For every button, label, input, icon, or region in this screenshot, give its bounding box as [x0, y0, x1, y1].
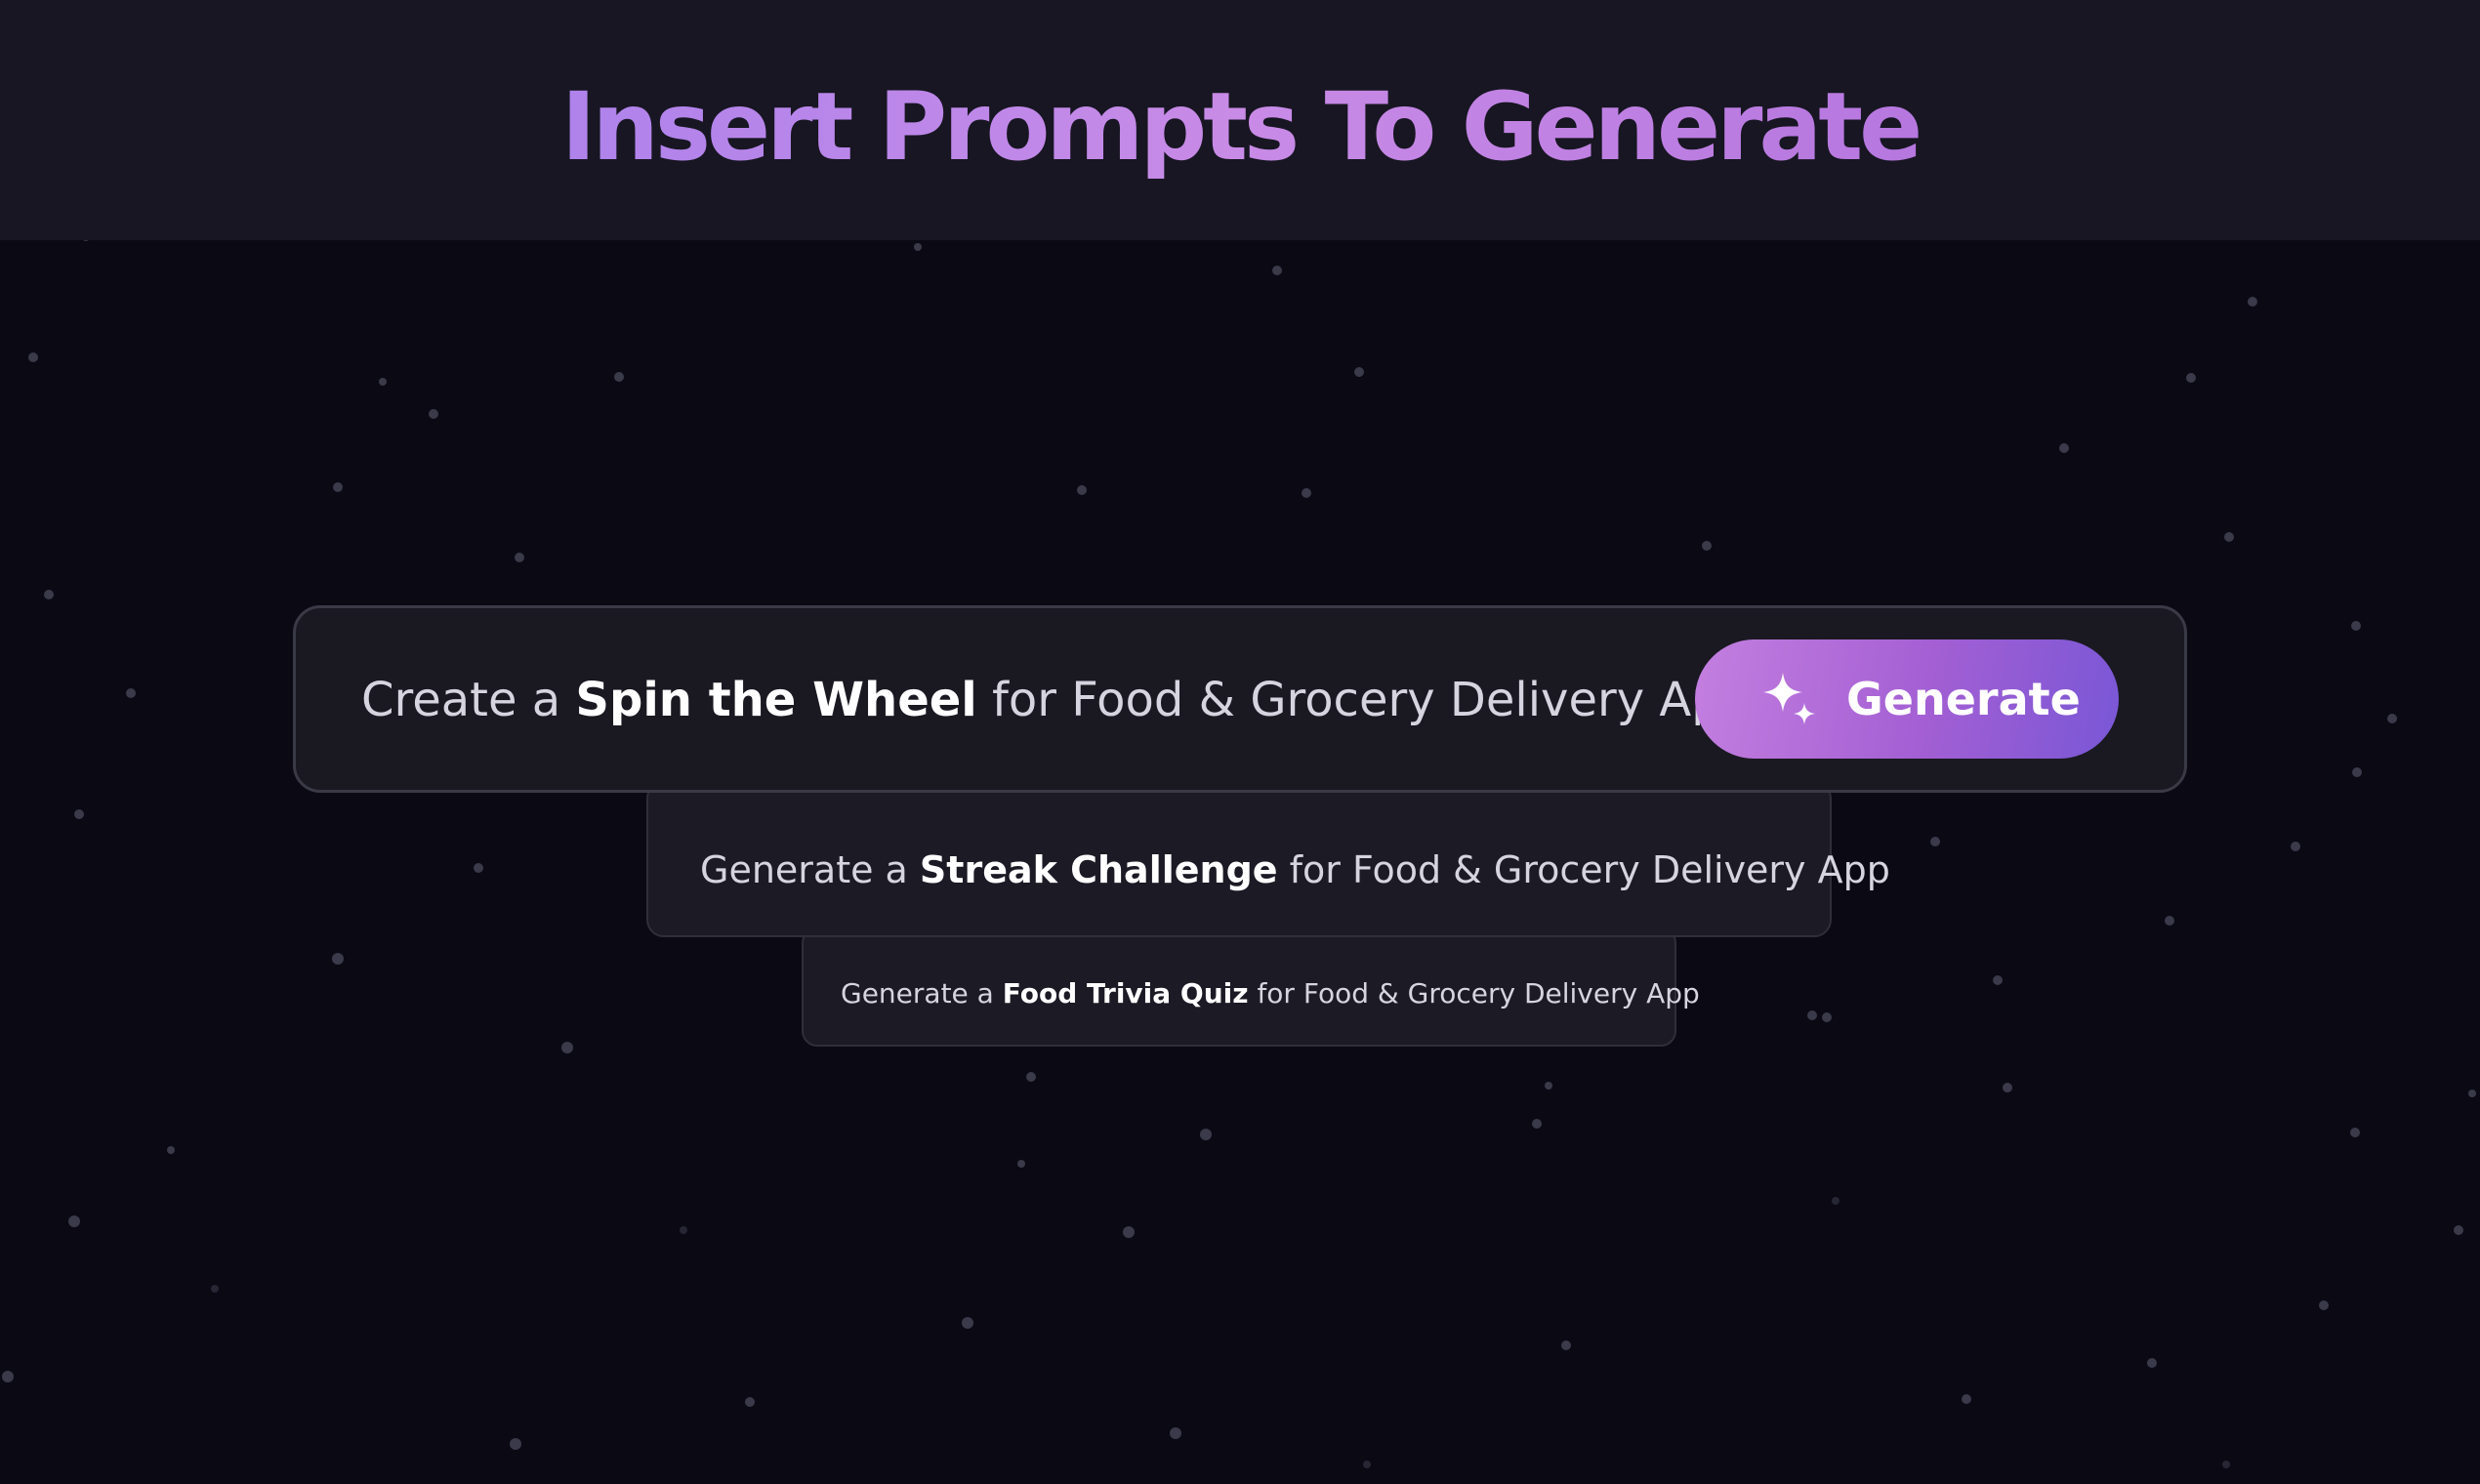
page-title: Insert Prompts To Generate	[0, 68, 2480, 186]
generate-button[interactable]: Generate	[1695, 639, 2119, 759]
sparkles-icon	[1763, 673, 1815, 724]
prompt-suggestion-2[interactable]: Generate a Streak Challenge for Food & G…	[646, 781, 1890, 937]
prompt-highlight: Streak Challenge	[919, 848, 1278, 891]
prompt-highlight: Spin the Wheel	[575, 673, 977, 727]
prompt-suggestion-text: Generate a Streak Challenge for Food & G…	[700, 845, 1890, 894]
prompt-highlight: Food Trivia Quiz	[1002, 977, 1249, 1010]
prompt-suffix: for Food & Grocery Delivery App	[976, 673, 1752, 727]
prompt-prefix: Create a	[361, 673, 576, 727]
prompt-suggestion-text: Generate a Food Trivia Quiz for Food & G…	[841, 974, 1700, 1013]
prompt-prefix: Generate a	[700, 848, 920, 891]
prompt-suffix: for Food & Grocery Delivery App	[1248, 977, 1700, 1010]
prompt-input-text[interactable]: Create a Spin the Wheel for Food & Groce…	[361, 671, 1751, 729]
generate-button-label: Generate	[1846, 673, 2081, 725]
prompt-prefix: Generate a	[841, 977, 1003, 1010]
page: Insert Prompts To Generate Generate a Fo…	[0, 0, 2480, 1484]
prompt-suggestion-3[interactable]: Generate a Food Trivia Quiz for Food & G…	[802, 928, 1700, 1047]
header-bar: Insert Prompts To Generate	[0, 0, 2480, 240]
prompt-suffix: for Food & Grocery Delivery App	[1277, 848, 1890, 891]
